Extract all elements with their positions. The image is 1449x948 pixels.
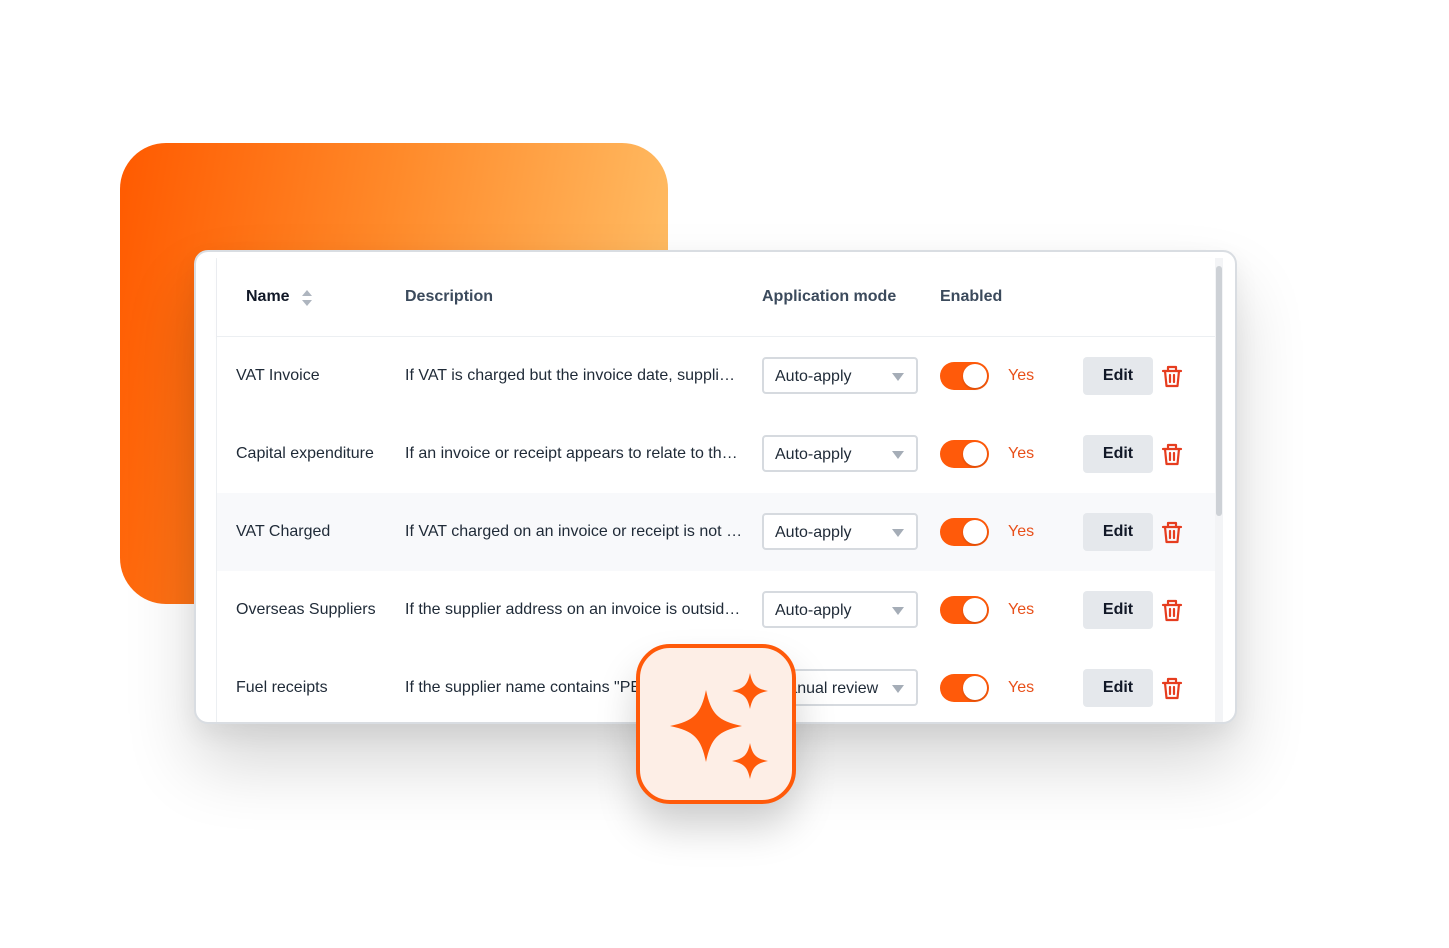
rule-description: If the supplier address on an invoice is… xyxy=(405,601,743,618)
trash-icon[interactable] xyxy=(1161,676,1183,700)
sparkle-icon xyxy=(670,673,768,779)
toggle-knob xyxy=(963,520,987,544)
edit-button[interactable]: Edit xyxy=(1083,435,1153,473)
edit-button[interactable]: Edit xyxy=(1083,591,1153,629)
rule-description: If VAT charged on an invoice or receipt … xyxy=(405,523,743,540)
edit-button[interactable]: Edit xyxy=(1083,513,1153,551)
enabled-status-text: Yes xyxy=(1008,523,1035,540)
table-row: VAT Charged If VAT charged on an invoice… xyxy=(217,493,1215,572)
chevron-down-icon xyxy=(892,451,904,459)
chevron-down-icon xyxy=(892,373,904,381)
chevron-down-icon xyxy=(892,529,904,537)
trash-icon[interactable] xyxy=(1161,364,1183,388)
toggle-knob xyxy=(963,364,987,388)
rule-name: Capital expenditure xyxy=(236,445,374,462)
enabled-toggle[interactable] xyxy=(940,596,989,624)
application-mode-select[interactable]: Auto-apply xyxy=(762,591,918,628)
column-header-description: Description xyxy=(405,288,494,305)
enabled-status-text: Yes xyxy=(1008,367,1035,384)
scrollbar-thumb[interactable] xyxy=(1216,266,1222,516)
table-row: VAT Invoice If VAT is charged but the in… xyxy=(217,337,1215,416)
application-mode-value: Auto-apply xyxy=(775,524,852,541)
sort-icon[interactable] xyxy=(301,289,313,307)
application-mode-value: Auto-apply xyxy=(775,602,852,619)
rule-name: Fuel receipts xyxy=(236,679,328,696)
rule-name: Overseas Suppliers xyxy=(236,601,376,618)
application-mode-select[interactable]: Auto-apply xyxy=(762,357,918,394)
application-mode-value: Auto-apply xyxy=(775,368,852,385)
rule-name: VAT Charged xyxy=(236,523,331,540)
column-header-application-mode: Application mode xyxy=(762,288,897,305)
rule-description: If an invoice or receipt appears to rela… xyxy=(405,445,743,462)
toggle-knob xyxy=(963,676,987,700)
table-header: Name Description Application mode Enable… xyxy=(217,258,1215,337)
toggle-knob xyxy=(963,598,987,622)
rule-description: If VAT is charged but the invoice date, … xyxy=(405,367,743,384)
enabled-toggle[interactable] xyxy=(940,674,989,702)
enabled-status-text: Yes xyxy=(1008,601,1035,618)
scrollbar[interactable] xyxy=(1215,258,1223,722)
edit-button[interactable]: Edit xyxy=(1083,669,1153,707)
enabled-toggle[interactable] xyxy=(940,518,989,546)
ai-badge xyxy=(636,644,796,804)
trash-icon[interactable] xyxy=(1161,520,1183,544)
table-row: Overseas Suppliers If the supplier addre… xyxy=(217,571,1215,650)
column-header-enabled: Enabled xyxy=(940,288,1003,305)
chevron-down-icon xyxy=(892,607,904,615)
application-mode-select[interactable]: Auto-apply xyxy=(762,513,918,550)
enabled-toggle[interactable] xyxy=(940,362,989,390)
application-mode-value: Auto-apply xyxy=(775,446,852,463)
chevron-down-icon xyxy=(892,685,904,693)
trash-icon[interactable] xyxy=(1161,442,1183,466)
rule-name: VAT Invoice xyxy=(236,367,320,384)
enabled-status-text: Yes xyxy=(1008,445,1035,462)
edit-button[interactable]: Edit xyxy=(1083,357,1153,395)
toggle-knob xyxy=(963,442,987,466)
trash-icon[interactable] xyxy=(1161,598,1183,622)
enabled-toggle[interactable] xyxy=(940,440,989,468)
table-row: Capital expenditure If an invoice or rec… xyxy=(217,415,1215,494)
enabled-status-text: Yes xyxy=(1008,679,1035,696)
column-header-name[interactable]: Name xyxy=(246,288,290,306)
application-mode-select[interactable]: Auto-apply xyxy=(762,435,918,472)
